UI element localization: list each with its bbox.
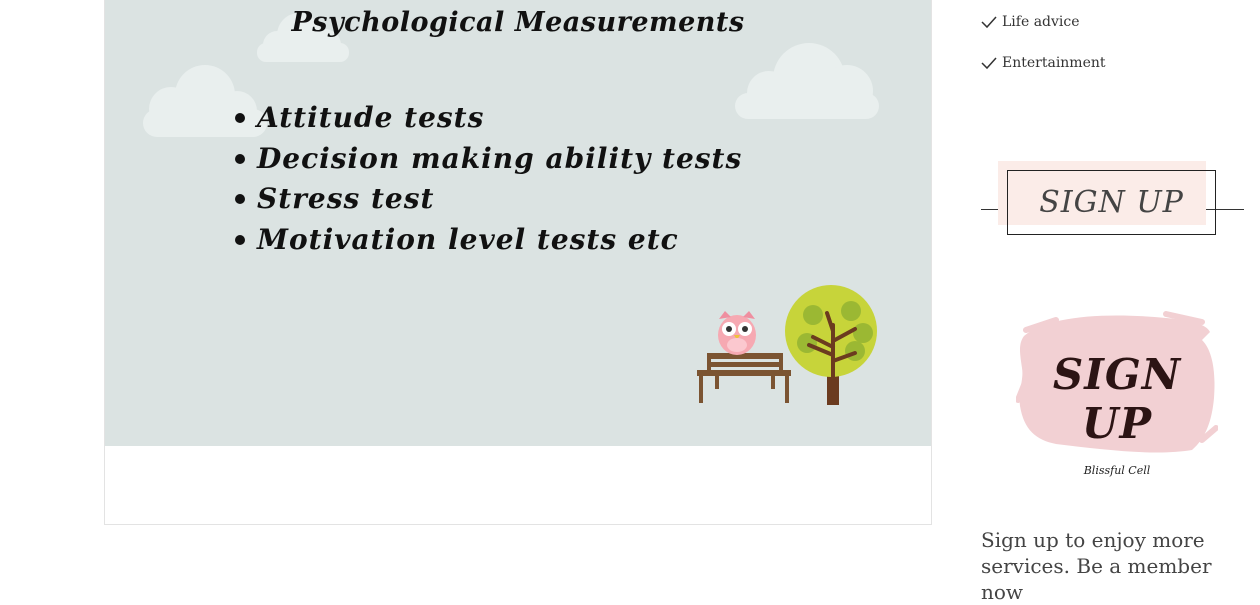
slide-title: Psychological Measurements [291, 7, 745, 38]
bullet-list: Attitude tests Decision making ability t… [235, 98, 742, 260]
bullet-item: Stress test [235, 179, 742, 220]
park-illustration [697, 285, 877, 405]
bullet-dot [235, 113, 245, 124]
bullet-dot [235, 194, 245, 205]
bullet-item: Decision making ability tests [235, 139, 742, 180]
bullet-item: Motivation level tests etc [235, 220, 742, 261]
brand-caption: Blissful Cell [1083, 464, 1151, 477]
bullet-item: Attitude tests [235, 98, 742, 139]
bullet-text: Decision making ability tests [257, 141, 743, 175]
slide-image: Psychological Measurements Attitude test… [105, 0, 931, 446]
checklist-item: Life advice [981, 14, 1080, 30]
promo-text: Sign up to enjoy more services. Be a mem… [981, 528, 1212, 604]
checklist-item: Entertainment [981, 55, 1106, 71]
tree-icon [785, 285, 877, 405]
checklist-label: Entertainment [1002, 55, 1106, 71]
bullet-text: Motivation level tests etc [257, 222, 679, 256]
check-icon [981, 16, 997, 29]
bullet-dot [235, 153, 245, 164]
owl-icon [718, 311, 756, 355]
checklist-label: Life advice [1002, 14, 1080, 30]
bullet-text: Stress test [257, 182, 435, 216]
bench-icon [697, 353, 791, 403]
bullet-text: Attitude tests [257, 101, 485, 135]
signup-block: SIGN UP [981, 160, 1244, 238]
divider [981, 209, 998, 210]
logo-text: SIGN UP [1052, 350, 1182, 448]
bullet-dot [235, 234, 245, 245]
post-card: Psychological Measurements Attitude test… [104, 0, 932, 525]
cloud-icon [735, 43, 879, 119]
signup-button[interactable]: SIGN UP [1007, 170, 1216, 235]
check-icon [981, 57, 997, 70]
